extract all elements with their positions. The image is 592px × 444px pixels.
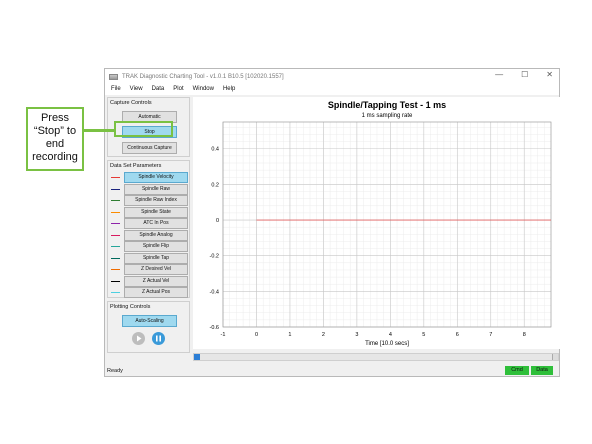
menu-data[interactable]: Data	[152, 84, 165, 95]
series-color-swatch	[111, 211, 120, 213]
window-controls: — ☐ ✕	[495, 70, 553, 79]
parameter-button[interactable]: Z Actual Vel	[124, 275, 188, 287]
parameter-row: Z Desired Vel	[111, 264, 188, 275]
chart-title: Spindle/Tapping Test - 1 ms	[328, 100, 446, 110]
callout-line-1: Press	[40, 112, 70, 124]
chart-svg: Spindle/Tapping Test - 1 ms 1 ms sampling…	[210, 100, 552, 347]
app-window: TRAK Diagnostic Charting Tool - v1.0.1 B…	[104, 68, 560, 377]
parameter-button[interactable]: Z Actual Pos	[124, 287, 188, 298]
x-tick-label: 1	[288, 332, 291, 338]
series-color-swatch	[111, 257, 120, 259]
stop-highlight-box	[114, 121, 173, 137]
instruction-callout: Press “Stop” to end recording	[26, 107, 84, 171]
callout-arrow	[84, 129, 114, 132]
menu-plot[interactable]: Plot	[173, 84, 183, 95]
data-set-parameters-title: Data Set Parameters	[110, 163, 162, 169]
left-panel: Capture Controls Automatic Stop Continuo…	[107, 97, 190, 365]
parameter-button[interactable]: Spindle State	[124, 206, 188, 218]
callout-line-4: recording	[32, 151, 78, 163]
x-tick-label: 7	[489, 332, 492, 338]
scroll-thumb[interactable]	[194, 354, 200, 360]
parameter-button[interactable]: ATC In Pos	[124, 218, 188, 229]
parameter-row: Spindle Tap	[111, 252, 188, 264]
parameter-row: Z Actual Vel	[111, 275, 188, 287]
time-scrollbar[interactable]	[193, 353, 559, 361]
cmd-indicator: Cmd	[505, 366, 529, 375]
series-color-swatch	[111, 188, 120, 190]
series-color-swatch	[111, 234, 120, 236]
pause-icon[interactable]	[152, 332, 165, 345]
x-tick-label: 6	[456, 332, 459, 338]
series-color-swatch	[111, 200, 120, 201]
chart-area: Spindle/Tapping Test - 1 ms 1 ms sampling…	[193, 97, 560, 349]
menu-view[interactable]: View	[130, 84, 143, 95]
parameter-row: Spindle Raw Index	[111, 195, 188, 206]
plotting-controls-group: Plotting Controls Auto-Scaling	[107, 301, 190, 353]
x-tick-label: 8	[523, 332, 526, 338]
series-color-swatch	[111, 246, 120, 247]
app-icon	[109, 73, 118, 80]
x-tick-label: 5	[422, 332, 425, 338]
status-bar: Ready Cmd Data	[105, 366, 559, 377]
plot-border	[222, 121, 552, 328]
parameter-button[interactable]: Spindle Raw	[124, 183, 188, 195]
y-tick-label: -0.4	[210, 289, 219, 295]
x-tick-label: 3	[355, 332, 358, 338]
x-tick-label: -1	[221, 332, 226, 338]
data-indicator: Data	[531, 366, 553, 375]
series-color-swatch	[111, 223, 120, 224]
parameter-button[interactable]: Spindle Analog	[124, 229, 188, 241]
y-tick-label: 0.4	[211, 147, 219, 153]
parameter-row: Spindle Analog	[111, 229, 188, 241]
minimize-button[interactable]: —	[495, 70, 503, 79]
capture-controls-title: Capture Controls	[110, 100, 152, 106]
x-tick-label: 4	[389, 332, 392, 338]
y-tick-label: 0	[216, 218, 219, 224]
parameter-row: ATC In Pos	[111, 218, 188, 229]
menu-window[interactable]: Window	[193, 84, 214, 95]
title-bar: TRAK Diagnostic Charting Tool - v1.0.1 B…	[105, 69, 559, 84]
x-tick-label: 2	[322, 332, 325, 338]
close-button[interactable]: ✕	[546, 70, 553, 79]
y-tick-label: -0.2	[210, 254, 219, 260]
status-text: Ready	[107, 368, 123, 374]
parameter-row: Spindle State	[111, 206, 188, 218]
chart-subtitle: 1 ms sampling rate	[362, 113, 413, 119]
parameter-row: Z Actual Pos	[111, 287, 188, 298]
play-icon[interactable]	[132, 332, 145, 345]
series-color-swatch	[111, 280, 120, 282]
series-color-swatch	[111, 177, 120, 178]
parameter-row: Spindle Velocity	[111, 172, 188, 183]
parameter-button[interactable]: Spindle Tap	[124, 252, 188, 264]
x-axis-label: Time [10.0 secs]	[365, 341, 409, 347]
scroll-end-handle[interactable]	[552, 354, 558, 360]
callout-line-2: “Stop” to	[33, 125, 77, 137]
series-color-swatch	[111, 269, 120, 270]
y-tick-label: 0.2	[211, 182, 219, 188]
window-title: TRAK Diagnostic Charting Tool - v1.0.1 B…	[122, 73, 284, 80]
plotting-controls-title: Plotting Controls	[110, 304, 151, 310]
parameter-button[interactable]: Spindle Flip	[124, 241, 188, 252]
parameter-row: Spindle Raw	[111, 183, 188, 195]
continuous-capture-button[interactable]: Continuous Capture	[122, 142, 177, 154]
data-set-parameters-group: Data Set Parameters Spindle Velocity Spin…	[107, 160, 190, 298]
menu-file[interactable]: File	[111, 84, 121, 95]
menu-help[interactable]: Help	[223, 84, 235, 95]
parameter-button[interactable]: Spindle Raw Index	[124, 195, 188, 206]
maximize-button[interactable]: ☐	[521, 70, 528, 79]
auto-scaling-button[interactable]: Auto-Scaling	[122, 315, 177, 327]
y-tick-label: -0.6	[210, 325, 219, 331]
parameter-button[interactable]: Z Desired Vel	[124, 264, 188, 275]
series-color-swatch	[111, 292, 120, 293]
parameter-button[interactable]: Spindle Velocity	[124, 172, 188, 183]
x-tick-label: 0	[255, 332, 258, 338]
menu-bar: File View Data Plot Window Help	[105, 84, 559, 95]
parameter-row: Spindle Flip	[111, 241, 188, 252]
callout-line-3: end	[45, 138, 65, 150]
